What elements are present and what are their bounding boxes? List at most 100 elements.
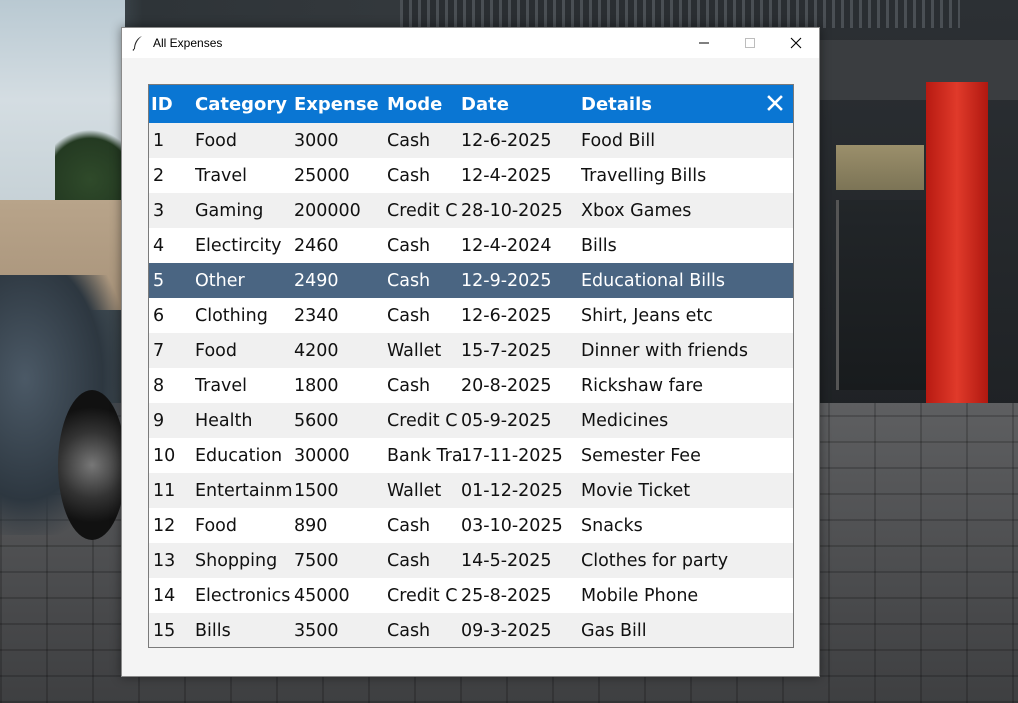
expenses-window: All Expenses ID Category Expense Mode Da…	[121, 27, 820, 677]
column-header-id[interactable]: ID	[149, 94, 195, 115]
cell-mode: Wallet	[387, 480, 442, 501]
cell-id: 9	[153, 410, 165, 431]
cell-mode: Cash	[387, 270, 431, 291]
cell-details: Dinner with friends	[581, 340, 749, 361]
table-body: 1 Food 3000 Cash 12-6-2025 Food Bill 2 Travel 25…	[149, 123, 793, 647]
table-row[interactable]: 4 Electircity 2460 Cash 12-4-2024 Bills	[149, 228, 793, 263]
cell-date: 20-8-2025	[461, 375, 552, 396]
cell-details: Travelling Bills	[581, 165, 707, 186]
cell-date: 25-8-2025	[461, 585, 552, 606]
cell-category: Electronics	[195, 585, 291, 606]
table-row[interactable]: 11 Entertainm 1500 Wallet 01-12-2025 Movie Ti…	[149, 473, 793, 508]
cell-date: 12-4-2025	[461, 165, 552, 186]
column-header-mode[interactable]: Mode	[387, 94, 461, 115]
cell-category: Health	[195, 410, 253, 431]
cell-expense: 3500	[294, 620, 339, 641]
cell-date: 17-11-2025	[461, 445, 563, 466]
cell-expense: 200000	[294, 200, 361, 221]
cell-category: Bills	[195, 620, 231, 641]
cell-id: 3	[153, 200, 165, 221]
minimize-icon	[698, 34, 710, 53]
table-row[interactable]: 14 Electronics 45000 Credit C 25-8-2025 Mobil…	[149, 578, 793, 613]
column-header-date[interactable]: Date	[461, 94, 581, 115]
cell-mode: Cash	[387, 375, 431, 396]
table-row[interactable]: 6 Clothing 2340 Cash 12-6-2025 Shirt, Jeans e…	[149, 298, 793, 333]
table-row[interactable]: 1 Food 3000 Cash 12-6-2025 Food Bill	[149, 123, 793, 158]
cell-details: Shirt, Jeans etc	[581, 305, 713, 326]
cell-id: 13	[153, 550, 176, 571]
cell-expense: 2340	[294, 305, 339, 326]
expenses-table: ID Category Expense Mode Date Details 1 F…	[148, 84, 794, 648]
cell-expense: 2490	[294, 270, 339, 291]
wallpaper-slats	[400, 0, 960, 28]
cell-expense: 25000	[294, 165, 350, 186]
cell-date: 09-3-2025	[461, 620, 552, 641]
table-row[interactable]: 12 Food 890 Cash 03-10-2025 Snacks	[149, 508, 793, 543]
cell-mode: Cash	[387, 550, 431, 571]
cell-mode: Bank Tra	[387, 445, 461, 466]
cell-mode: Credit C	[387, 585, 458, 606]
cell-category: Shopping	[195, 550, 278, 571]
window-client-area: ID Category Expense Mode Date Details 1 F…	[122, 58, 819, 676]
cell-details: Clothes for party	[581, 550, 729, 571]
table-row[interactable]: 3 Gaming 200000 Credit C 28-10-2025 Xbox Game…	[149, 193, 793, 228]
cell-date: 12-6-2025	[461, 130, 552, 151]
window-title: All Expenses	[153, 36, 223, 50]
cell-expense: 890	[294, 515, 328, 536]
table-row[interactable]: 13 Shopping 7500 Cash 14-5-2025 Clothes for p…	[149, 543, 793, 578]
wallpaper-car-wheel	[58, 390, 126, 540]
cell-date: 14-5-2025	[461, 550, 552, 571]
table-header: ID Category Expense Mode Date Details	[149, 85, 793, 123]
cell-details: Gas Bill	[581, 620, 647, 641]
cell-date: 05-9-2025	[461, 410, 552, 431]
table-row[interactable]: 10 Education 30000 Bank Tra 17-11-2025 Semest…	[149, 438, 793, 473]
cell-date: 03-10-2025	[461, 515, 563, 536]
cell-mode: Credit C	[387, 200, 458, 221]
cell-id: 14	[153, 585, 176, 606]
cell-details: Xbox Games	[581, 200, 692, 221]
table-row[interactable]: 8 Travel 1800 Cash 20-8-2025 Rickshaw fare	[149, 368, 793, 403]
table-row[interactable]: 5 Other 2490 Cash 12-9-2025 Educational Bills	[149, 263, 793, 298]
cell-id: 15	[153, 620, 176, 641]
maximize-icon	[744, 34, 756, 53]
cell-id: 7	[153, 340, 165, 361]
cell-expense: 2460	[294, 235, 339, 256]
cell-category: Education	[195, 445, 283, 466]
cell-category: Gaming	[195, 200, 264, 221]
column-header-expense[interactable]: Expense	[294, 94, 387, 115]
minimize-button[interactable]	[681, 28, 727, 58]
table-row[interactable]: 9 Health 5600 Credit C 05-9-2025 Medicines	[149, 403, 793, 438]
cell-mode: Wallet	[387, 340, 442, 361]
cell-details: Snacks	[581, 515, 643, 536]
wallpaper-door	[836, 200, 926, 390]
cell-id: 11	[153, 480, 176, 501]
close-table-icon[interactable]	[765, 93, 785, 113]
cell-id: 12	[153, 515, 176, 536]
cell-category: Other	[195, 270, 245, 291]
maximize-button[interactable]	[727, 28, 773, 58]
cell-id: 1	[153, 130, 165, 151]
cell-date: 12-6-2025	[461, 305, 552, 326]
cell-mode: Cash	[387, 620, 431, 641]
column-header-details[interactable]: Details	[581, 94, 781, 115]
column-header-category[interactable]: Category	[195, 94, 294, 115]
cell-details: Food Bill	[581, 130, 656, 151]
cell-category: Travel	[195, 165, 248, 186]
cell-mode: Cash	[387, 515, 431, 536]
cell-expense: 30000	[294, 445, 350, 466]
title-bar[interactable]: All Expenses	[122, 28, 819, 58]
cell-mode: Cash	[387, 130, 431, 151]
table-row[interactable]: 15 Bills 3500 Cash 09-3-2025 Gas Bill	[149, 613, 793, 647]
wallpaper-window	[836, 145, 924, 190]
table-row[interactable]: 7 Food 4200 Wallet 15-7-2025 Dinner with frie…	[149, 333, 793, 368]
cell-date: 01-12-2025	[461, 480, 563, 501]
cell-category: Travel	[195, 375, 248, 396]
close-button[interactable]	[773, 28, 819, 58]
table-row[interactable]: 2 Travel 25000 Cash 12-4-2025 Travelling Bill…	[149, 158, 793, 193]
cell-expense: 3000	[294, 130, 339, 151]
cell-date: 28-10-2025	[461, 200, 563, 221]
cell-details: Semester Fee	[581, 445, 701, 466]
cell-date: 12-4-2024	[461, 235, 552, 256]
cell-id: 4	[153, 235, 165, 256]
cell-category: Clothing	[195, 305, 268, 326]
